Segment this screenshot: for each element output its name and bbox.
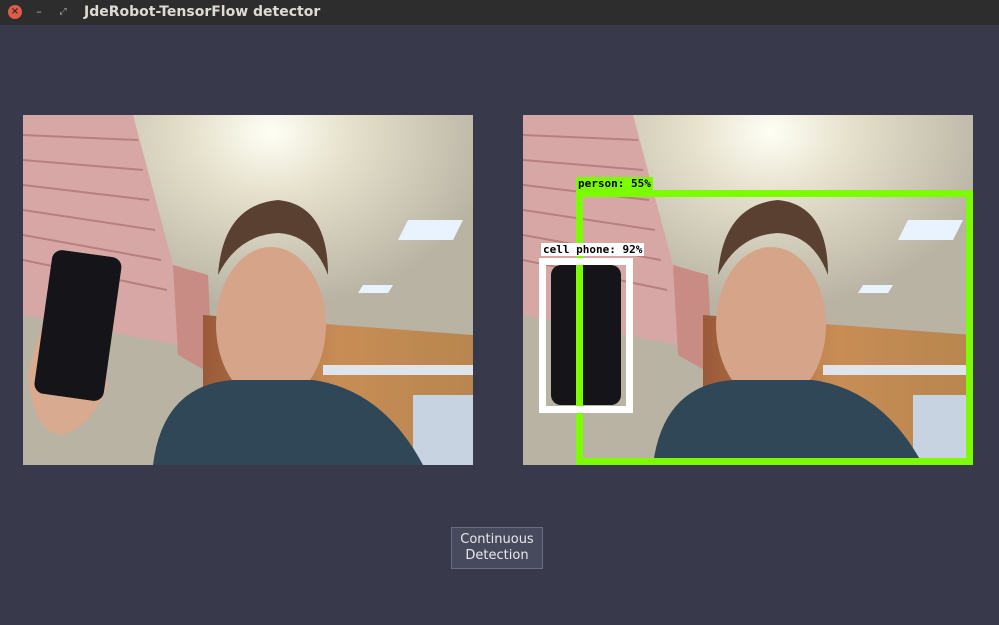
camera-image [23,115,473,465]
button-label-line1: Continuous [460,532,534,547]
button-label-line2: Detection [465,548,529,563]
person-detection-label: person: 55% [576,177,653,190]
input-camera-view [23,115,473,465]
person-detection-box [576,190,973,465]
continuous-detection-button[interactable]: Continuous Detection [451,527,543,569]
phone-detection-label: cell phone: 92% [541,243,645,256]
minimize-icon[interactable]: – [32,5,46,19]
window-titlebar: × – ⤢ JdeRobot-TensorFlow detector [0,0,999,25]
phone-detection-box [539,258,633,413]
window-title: JdeRobot-TensorFlow detector [84,4,321,20]
maximize-icon[interactable]: ⤢ [56,5,70,19]
output-detection-view: person: 55% cell phone: 92% [523,115,973,465]
close-icon[interactable]: × [8,5,22,19]
